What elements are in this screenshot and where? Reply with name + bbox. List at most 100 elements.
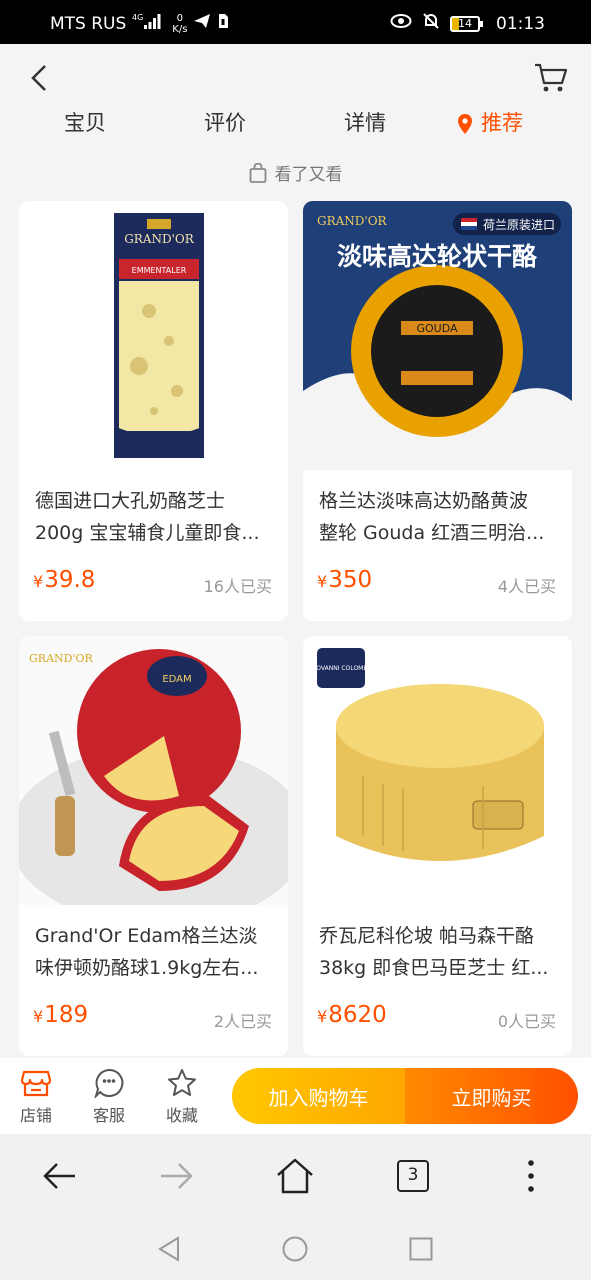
product-price: ¥189 <box>33 1002 88 1028</box>
home-icon <box>277 1158 313 1194</box>
currency: ¥ <box>33 572 44 591</box>
shop-label: 店铺 <box>19 1106 52 1125</box>
network-type: 4G <box>132 13 143 22</box>
tab-reviews[interactable]: 评价 <box>204 108 246 138</box>
product-title: 格兰达淡味高达奶酪黄波 整轮 Gouda 红酒三明治... <box>319 485 559 549</box>
speed-unit: K/s <box>172 23 188 35</box>
title-line: 整轮 Gouda 红酒三明治... <box>319 522 545 544</box>
more-vertical-icon <box>528 1160 534 1192</box>
triangle-back-icon <box>158 1236 179 1262</box>
tag-text: 荷兰原装进口 <box>483 218 555 232</box>
network-speed: 0 K/s <box>172 13 187 35</box>
tab-label: 推荐 <box>481 111 523 135</box>
product-title: 乔瓦尼科伦坡 帕马森干酪 38kg 即食巴马臣芝士 红... <box>319 920 559 984</box>
chevron-left-icon <box>31 65 46 91</box>
product-image: EDAM GRAND'OR <box>19 636 288 905</box>
price-value: 8620 <box>328 1002 387 1028</box>
clock: 01:13 <box>496 13 545 34</box>
sim-icon <box>217 13 229 34</box>
product-image: GRAND'OR EMMENTALER <box>19 201 288 470</box>
tab-label: 详情 <box>344 111 386 135</box>
battery-icon: 14 <box>450 15 483 32</box>
sold-count: 2人已买 <box>213 1012 272 1031</box>
service-label: 客服 <box>92 1106 125 1125</box>
system-recents-button[interactable] <box>406 1234 436 1264</box>
circle-home-icon <box>282 1236 308 1262</box>
status-right: 14 01:13 <box>390 12 545 35</box>
tab-baobei[interactable]: 宝贝 <box>64 108 106 138</box>
buy-now-button[interactable]: 立即购买 <box>405 1068 578 1124</box>
title-line: 德国进口大孔奶酪芝士 <box>35 490 226 512</box>
browser-tabs-button[interactable]: 3 <box>391 1154 435 1198</box>
product-action-bar: 店铺 客服 收藏 加入购物车 立即购买 <box>0 1058 591 1134</box>
purchase-buttons: 加入购物车 立即购买 <box>232 1068 578 1124</box>
customer-service-button[interactable]: 客服 <box>85 1068 133 1126</box>
product-title: Grand'Or Edam格兰达淡 味伊顿奶酪球1.9kg左右... <box>35 920 275 984</box>
product-top-nav: 宝贝 评价 详情 推荐 <box>0 44 591 160</box>
speed-value: 0 <box>176 12 184 24</box>
square-recents-icon <box>409 1237 433 1261</box>
price-value: 350 <box>328 567 373 593</box>
battery-level: 14 <box>458 16 472 30</box>
title-line: 格兰达淡味高达奶酪黄波 <box>319 490 529 512</box>
cart-button[interactable] <box>533 62 569 94</box>
browser-toolbar: 3 <box>0 1134 591 1220</box>
title-line: 味伊顿奶酪球1.9kg左右... <box>35 957 259 979</box>
back-button[interactable] <box>28 64 52 92</box>
carrier-name: MTS RUS <box>50 13 127 34</box>
browser-forward-button[interactable] <box>155 1154 199 1198</box>
tab-count: 3 <box>397 1160 429 1192</box>
system-navigation-bar <box>0 1220 591 1280</box>
title-line: 38kg 即食巴马臣芝士 红... <box>319 957 549 979</box>
shopping-cart-icon <box>535 63 568 92</box>
product-card[interactable]: GRAND'OR EMMENTALER 德国进口大孔奶酪芝士 200g 宝宝辅食… <box>19 201 288 621</box>
tab-details[interactable]: 详情 <box>344 108 386 138</box>
product-card[interactable]: GOUDA GRAND'OR 荷兰原装进口 淡味高达轮状干酪 格兰达淡味高达奶酪… <box>303 201 572 621</box>
add-to-cart-button[interactable]: 加入购物车 <box>232 1068 405 1124</box>
tab-recommend[interactable]: 推荐 <box>457 108 523 138</box>
product-card[interactable]: EDAM GRAND'OR Grand'Or Edam格兰达淡 味伊顿奶酪球1.… <box>19 636 288 1056</box>
section-header: 看了又看 <box>0 160 591 185</box>
product-title: 德国进口大孔奶酪芝士 200g 宝宝辅食儿童即食... <box>35 485 275 549</box>
price-value: 39.8 <box>44 567 96 593</box>
product-price: ¥39.8 <box>33 567 95 593</box>
send-icon <box>193 13 211 34</box>
system-back-button[interactable] <box>154 1234 184 1264</box>
title-line: 200g 宝宝辅食儿童即食... <box>35 522 260 544</box>
label-text: EDAM <box>162 674 191 685</box>
system-home-button[interactable] <box>280 1234 310 1264</box>
sold-count: 16人已买 <box>203 577 272 596</box>
headline-text: 淡味高达轮状干酪 <box>337 242 538 271</box>
location-pin-icon <box>458 114 472 134</box>
favorite-button[interactable]: 收藏 <box>158 1068 206 1126</box>
brand-text: GRAND'OR <box>124 232 195 246</box>
star-icon <box>168 1069 196 1096</box>
brand-text: GIOVANNI COLOMBO <box>310 665 372 672</box>
favorite-label: 收藏 <box>165 1106 198 1125</box>
product-image: GOUDA GRAND'OR 荷兰原装进口 淡味高达轮状干酪 <box>303 201 572 470</box>
product-price: ¥350 <box>317 567 372 593</box>
arrow-left-icon <box>43 1163 75 1189</box>
product-card[interactable]: GIOVANNI COLOMBO 乔瓦尼科伦坡 帕马森干酪 38kg 即食巴马臣… <box>303 636 572 1056</box>
sold-count: 4人已买 <box>497 577 556 596</box>
currency: ¥ <box>33 1007 44 1026</box>
arrow-right-icon <box>161 1163 193 1189</box>
shop-button[interactable]: 店铺 <box>12 1068 60 1126</box>
tab-label: 评价 <box>204 111 246 135</box>
mute-bell-icon <box>422 12 440 35</box>
browser-home-button[interactable] <box>273 1154 317 1198</box>
label-text: GOUDA <box>416 322 458 335</box>
browser-back-button[interactable] <box>37 1154 81 1198</box>
currency: ¥ <box>317 572 328 591</box>
browser-menu-button[interactable] <box>509 1154 553 1198</box>
title-line: 乔瓦尼科伦坡 帕马森干酪 <box>319 925 535 947</box>
product-tabs: 宝贝 评价 详情 推荐 <box>0 108 591 148</box>
currency: ¥ <box>317 1007 328 1026</box>
store-icon <box>21 1070 51 1097</box>
signal-icon: 4G <box>132 12 164 35</box>
tab-label: 宝贝 <box>64 111 106 135</box>
eye-icon <box>390 13 412 34</box>
brand-text: GRAND'OR <box>317 214 388 228</box>
title-line: Grand'Or Edam格兰达淡 <box>35 925 258 947</box>
product-image: GIOVANNI COLOMBO <box>303 636 572 905</box>
